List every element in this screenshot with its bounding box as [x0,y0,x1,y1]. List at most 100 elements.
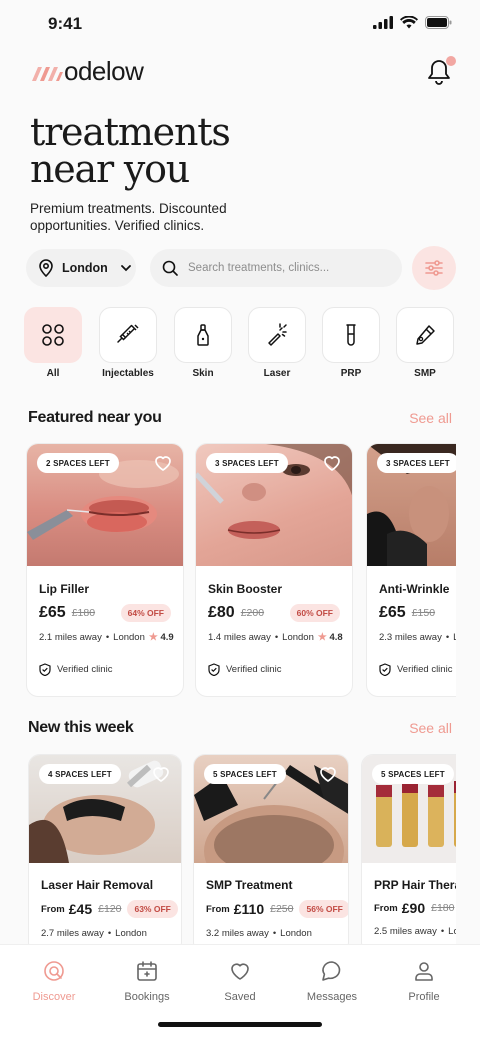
category-injectables-tile[interactable] [99,307,157,363]
category-skin-tile[interactable] [174,307,232,363]
category-all[interactable]: All [24,307,82,379]
distance-text: 2.1 miles away [39,632,102,643]
treatment-name: Anti-Wrinkle [379,582,450,596]
current-price: £80 [208,604,235,621]
page-title: treatments near you [30,113,231,188]
category-label: Injectables [102,368,154,379]
treatment-card-lip-filler[interactable]: 2 SPACES LEFT Lip Filler £65 £180 64% OF… [26,443,184,697]
treatment-card-laser-hair-removal[interactable]: 4 SPACES LEFT Laser Hair Removal From £4… [28,754,182,944]
tab-saved[interactable]: Saved [194,959,286,1003]
treatment-name: SMP Treatment [206,878,293,892]
distance-text: 3.2 miles away [206,928,269,939]
price-row: £65 £150 [379,604,456,622]
spaces-left-badge: 2 SPACES LEFT [37,453,119,473]
filter-sliders-icon [425,260,443,276]
star-icon: ★ [317,632,327,643]
tab-messages[interactable]: Messages [286,959,378,1003]
location-selector[interactable]: London [26,249,136,287]
tab-label: Saved [224,991,256,1003]
user-icon [415,962,433,981]
city-text: London [113,632,145,643]
treatment-card-prp-hair-therapy[interactable]: 5 SPACES LEFT PRP Hair Therapy From £90 … [361,754,456,944]
original-price: £150 [411,607,436,619]
category-prp-tile[interactable] [322,307,380,363]
status-icons [373,16,452,29]
separator-dot: • [272,928,277,939]
separator-dot: • [107,928,112,939]
new-week-section-header: New this week See all [28,719,452,741]
new-week-see-all-link[interactable]: See all [409,720,452,736]
wifi-icon [400,16,418,29]
treatment-card-anti-wrinkle[interactable]: 3 SPACES LEFT Anti-Wrinkle £65 £150 2.3 … [366,443,456,697]
verified-clinic-row: Verified clinic [208,663,340,676]
category-laser[interactable]: Laser [248,307,306,379]
tab-profile[interactable]: Profile [378,959,470,1003]
from-label: From [374,902,398,914]
discount-badge: 64% OFF [120,604,171,622]
logo-wordmark: odelow [64,56,144,86]
card-meta: 2.3 miles away • Lo [379,632,456,643]
save-heart-icon[interactable] [153,453,173,473]
featured-see-all-link[interactable]: See all [409,410,452,426]
search-row: London Search treatments, clinics... [26,246,456,290]
current-price: £90 [401,900,426,916]
save-heart-icon[interactable] [151,764,171,784]
category-all-tile[interactable] [24,307,82,363]
verified-clinic-row: Verified clinic [379,663,456,676]
save-heart-icon[interactable] [322,453,342,473]
city-text: Lo [453,632,456,643]
treatment-card-skin-booster[interactable]: 3 SPACES LEFT Skin Booster £80 £200 60% … [195,443,353,697]
notification-dot [446,56,456,66]
serum-bottle-icon [197,324,209,346]
spaces-left-badge: 5 SPACES LEFT [372,764,454,784]
rating-value: 4.9 [160,632,174,643]
from-label: From [41,903,65,915]
treatment-name: Skin Booster [208,582,283,596]
featured-section-header: Featured near you See all [28,409,452,431]
notifications-button[interactable] [426,56,456,86]
category-smp[interactable]: SMP [396,307,454,379]
category-skin[interactable]: Skin [174,307,232,379]
card-meta: 1.4 miles away • London ★ 4.8 [208,632,343,643]
separator-dot: • [445,632,450,643]
search-input[interactable]: Search treatments, clinics... [150,249,402,287]
modelow-logo[interactable]: odelow [30,56,144,87]
category-label: PRP [340,368,362,379]
separator-dot: • [105,632,110,643]
laser-hair-photo: 4 SPACES LEFT [29,755,181,863]
treatment-name: Laser Hair Removal [41,878,154,892]
save-heart-icon[interactable] [318,764,338,784]
pen-icon [416,325,435,345]
home-indicator[interactable] [158,1022,322,1027]
distance-text: 2.7 miles away [41,928,104,939]
category-smp-tile[interactable] [396,307,454,363]
tab-discover[interactable]: Discover [8,959,100,1003]
card-meta: 2.1 miles away • London ★ 4.9 [39,632,174,643]
filter-button[interactable] [412,246,456,290]
verified-label: Verified clinic [397,664,453,675]
treatment-card-smp[interactable]: 5 SPACES LEFT SMP Treatment From £110 £2… [193,754,349,944]
test-tube-icon [346,324,356,346]
category-injectables[interactable]: Injectables [99,307,157,379]
original-price: £120 [98,903,122,915]
price-row: From £90 £180 [374,900,456,916]
category-label: All [46,368,60,379]
tab-bookings[interactable]: Bookings [101,959,193,1003]
discover-icon [44,961,64,981]
tab-label: Profile [408,991,440,1003]
rating: ★ 4.8 [318,632,343,643]
calendar-icon [137,961,157,981]
featured-cards: 2 SPACES LEFT Lip Filler £65 £180 64% OF… [26,443,456,698]
card-meta: 2.5 miles away • Lo [374,926,456,937]
original-price: £180 [71,607,96,619]
category-laser-tile[interactable] [248,307,306,363]
category-label: SMP [414,368,436,379]
syringe-icon [117,324,139,343]
spaces-left-badge: 4 SPACES LEFT [39,764,121,784]
location-pin-icon [39,259,53,277]
status-bar: 9:41 [0,0,480,48]
category-list: All Injectables Skin Laser PRP SMP [24,307,464,387]
star-icon: ★ [148,632,158,643]
category-prp[interactable]: PRP [322,307,380,379]
from-label: From [206,903,230,915]
